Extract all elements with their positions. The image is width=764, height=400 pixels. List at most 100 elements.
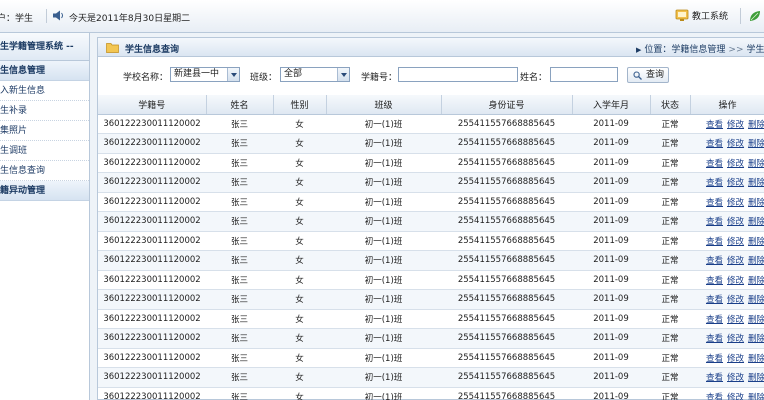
row-actions: 查看 修改 删除: [690, 289, 764, 310]
table-cell: 360122230011120002: [98, 387, 206, 400]
edit-link[interactable]: 修改: [727, 295, 744, 305]
column-header[interactable]: 学籍号: [98, 95, 207, 115]
table-cell: 初一(1)班: [326, 133, 441, 154]
top-bar: 用户：学生 今天是2011年8月30日星期二 教工系统: [0, 0, 764, 33]
table-cell: 360122230011120002: [98, 192, 206, 212]
panel-header: 学生信息查询 ▶位置：学籍信息管理>>学生信息查询: [98, 38, 764, 57]
delete-link[interactable]: 删除: [748, 373, 764, 383]
delete-link[interactable]: 删除: [748, 217, 764, 227]
breadcrumb-item[interactable]: 学籍信息管理: [671, 45, 725, 55]
delete-link[interactable]: 删除: [748, 276, 764, 286]
breadcrumb: ▶位置：学籍信息管理>>学生信息查询: [636, 42, 764, 55]
sidebar-item-supplement[interactable]: 新生补录: [0, 101, 89, 121]
table-cell: 女: [273, 153, 326, 173]
view-link[interactable]: 查看: [706, 139, 723, 149]
view-link[interactable]: 查看: [706, 373, 723, 383]
table-cell: 正常: [650, 289, 690, 310]
edit-link[interactable]: 修改: [727, 178, 744, 188]
column-header[interactable]: 姓名: [206, 95, 274, 115]
table-cell: 女: [273, 348, 326, 368]
view-link[interactable]: 查看: [706, 295, 723, 305]
edit-link[interactable]: 修改: [727, 393, 744, 400]
table-cell: 初一(1)班: [326, 270, 441, 290]
school-select-value: 新建县一中: [174, 69, 220, 79]
delete-link[interactable]: 删除: [748, 393, 764, 400]
edit-link[interactable]: 修改: [727, 237, 744, 247]
view-link[interactable]: 查看: [706, 334, 723, 344]
table-cell: 360122230011120002: [98, 328, 206, 349]
view-link[interactable]: 查看: [706, 393, 723, 400]
row-actions: 查看 修改 删除: [690, 153, 764, 173]
name-input[interactable]: [550, 67, 618, 82]
sidebar-item-query[interactable]: 学生信息查询: [0, 161, 89, 181]
edit-link[interactable]: 修改: [727, 315, 744, 325]
delete-link[interactable]: 删除: [748, 315, 764, 325]
view-link[interactable]: 查看: [706, 120, 723, 130]
table-row: 360122230011120002 张三女初一(1)班 2554115576688…: [98, 289, 764, 310]
sidebar-item-transfer-class[interactable]: 学生调班: [0, 141, 89, 161]
view-link[interactable]: 查看: [706, 198, 723, 208]
current-user-label: 用户：学生: [0, 14, 34, 24]
column-header[interactable]: 班级: [326, 95, 442, 115]
column-header[interactable]: 性别: [273, 95, 327, 115]
system-title-text: 学生学籍管理系统 --: [0, 42, 74, 52]
table-cell: 360122230011120002: [98, 367, 206, 388]
column-header[interactable]: 状态: [650, 95, 691, 115]
delete-link[interactable]: 删除: [748, 178, 764, 188]
view-link[interactable]: 查看: [706, 159, 723, 169]
edit-link[interactable]: 修改: [727, 198, 744, 208]
staff-system-icon: [675, 9, 689, 21]
query-button[interactable]: 查询: [627, 67, 669, 83]
view-link[interactable]: 查看: [706, 217, 723, 227]
view-link[interactable]: 查看: [706, 237, 723, 247]
edit-link[interactable]: 修改: [727, 334, 744, 344]
school-select[interactable]: 新建县一中: [170, 67, 240, 82]
table-cell: 255411557668885645: [441, 192, 572, 212]
row-actions: 查看 修改 删除: [690, 114, 764, 134]
table-cell: 张三: [206, 231, 273, 251]
column-header[interactable]: 身份证号: [441, 95, 573, 115]
sidebar-item-photos[interactable]: 采集照片: [0, 121, 89, 141]
student-no-input[interactable]: [398, 67, 518, 82]
delete-link[interactable]: 删除: [748, 198, 764, 208]
view-link[interactable]: 查看: [706, 256, 723, 266]
sidebar-group-status-change[interactable]: 学籍异动管理: [0, 181, 89, 201]
edit-link[interactable]: 修改: [727, 256, 744, 266]
sidebar-item-import-new[interactable]: 导入新生信息: [0, 81, 89, 101]
sidebar-group-student-info[interactable]: 学生信息管理: [0, 61, 89, 81]
edit-link[interactable]: 修改: [727, 120, 744, 130]
view-link[interactable]: 查看: [706, 315, 723, 325]
column-header[interactable]: 入学年月: [572, 95, 651, 115]
table-cell: 255411557668885645: [441, 114, 572, 134]
delete-link[interactable]: 删除: [748, 159, 764, 169]
edit-link[interactable]: 修改: [727, 139, 744, 149]
view-link[interactable]: 查看: [706, 276, 723, 286]
edit-link[interactable]: 修改: [727, 217, 744, 227]
table-cell: 正常: [650, 172, 690, 193]
delete-link[interactable]: 删除: [748, 334, 764, 344]
delete-link[interactable]: 删除: [748, 139, 764, 149]
edit-link[interactable]: 修改: [727, 354, 744, 364]
row-actions: 查看 修改 删除: [690, 250, 764, 271]
view-link[interactable]: 查看: [706, 178, 723, 188]
page-title: 学生信息查询: [125, 45, 180, 55]
delete-link[interactable]: 删除: [748, 256, 764, 266]
table-cell: 255411557668885645: [441, 289, 572, 310]
table-cell: 张三: [206, 309, 273, 329]
leaf-icon[interactable]: [748, 9, 762, 23]
row-actions: 查看 修改 删除: [690, 328, 764, 349]
view-link[interactable]: 查看: [706, 354, 723, 364]
delete-link[interactable]: 删除: [748, 354, 764, 364]
edit-link[interactable]: 修改: [727, 276, 744, 286]
edit-link[interactable]: 修改: [727, 373, 744, 383]
table-cell: 正常: [650, 211, 690, 232]
row-actions: 查看 修改 删除: [690, 348, 764, 368]
table-cell: 女: [273, 172, 326, 193]
delete-link[interactable]: 删除: [748, 295, 764, 305]
table-cell: 360122230011120002: [98, 289, 206, 310]
edit-link[interactable]: 修改: [727, 159, 744, 169]
delete-link[interactable]: 删除: [748, 120, 764, 130]
staff-system-link[interactable]: 教工系统: [675, 9, 728, 22]
class-select[interactable]: 全部: [280, 67, 350, 82]
delete-link[interactable]: 删除: [748, 237, 764, 247]
